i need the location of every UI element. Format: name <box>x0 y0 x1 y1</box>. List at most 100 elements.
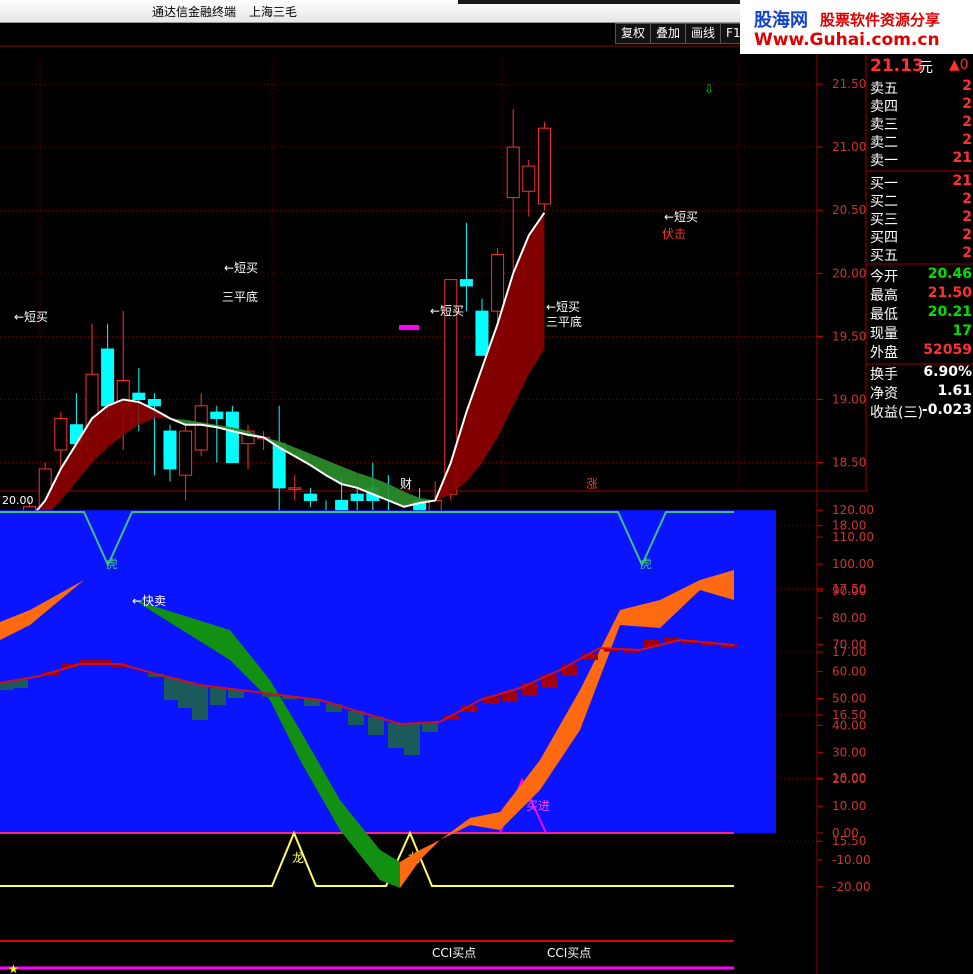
order-book-row: 买三 2 <box>869 209 973 228</box>
order-book-row: 卖五 2 <box>869 78 973 97</box>
short-buy-label: ←短买 <box>14 310 48 324</box>
order-value: 21 <box>952 173 972 189</box>
order-value: 2 <box>962 191 972 207</box>
stat-value: 17 <box>952 323 972 339</box>
order-label: 买二 <box>870 194 898 210</box>
price-axis-label: 20.00 <box>832 266 866 280</box>
candle-body <box>210 411 224 419</box>
stat-value: -0.023 <box>921 402 972 418</box>
draw-line-button[interactable]: 画线 <box>685 23 722 44</box>
stat-label: 换手 <box>870 367 898 383</box>
candle-body <box>522 165 536 192</box>
order-value: 2 <box>962 114 972 130</box>
guhai-logo: 股海网 股票软件资源分享 Www.Guhai.com.cn <box>740 0 973 54</box>
ma-ribbon <box>310 453 326 476</box>
order-book-row: 卖三 2 <box>869 114 973 133</box>
stat-row: 净资 1.61 <box>869 383 973 402</box>
current-price-row: 21.13 元 ▲0 <box>869 56 973 76</box>
histogram-bar <box>210 687 226 705</box>
order-label: 卖二 <box>870 135 898 151</box>
price-axis-label: 19.50 <box>832 329 866 343</box>
order-book-row: 买五 2 <box>869 245 973 264</box>
star-icon: ★ <box>8 962 19 974</box>
histogram-bar <box>368 716 384 735</box>
candle-body <box>163 430 177 470</box>
stat-label: 最低 <box>870 307 898 323</box>
histogram-bar <box>404 723 420 755</box>
histogram-bar <box>178 681 194 708</box>
order-book-row: 卖一 21 <box>869 150 973 169</box>
order-label: 买一 <box>870 176 898 192</box>
triple-bottom-label: 三平底 <box>222 289 258 304</box>
stat-label: 外盘 <box>870 345 898 361</box>
down-arrow-icon: ⇩ <box>704 82 714 96</box>
price-axis-label: 21.00 <box>832 140 866 154</box>
order-book-row: 买二 2 <box>869 191 973 210</box>
indicator-axis-label: 90.00 <box>832 584 866 598</box>
stat-label: 今开 <box>870 269 898 285</box>
stock-chart[interactable]: 21.5021.0020.5020.0019.5019.0018.5018.00… <box>0 0 973 974</box>
stat-value: 1.61 <box>937 383 972 399</box>
indicator-axis-label: -20.00 <box>832 880 871 894</box>
indicator-axis-label: 80.00 <box>832 611 866 625</box>
short-buy-label: ←短买 <box>546 300 580 314</box>
order-value: 2 <box>962 96 972 112</box>
up-arrow-icon: ▲0 <box>949 57 969 73</box>
stat-value: 21.50 <box>927 285 972 301</box>
ma-ribbon <box>294 447 311 466</box>
candle-body <box>147 399 161 407</box>
candle-body <box>288 487 302 490</box>
price-axis-label: 20.50 <box>832 203 866 217</box>
stat-label: 收益(三) <box>870 405 923 421</box>
candle-body <box>303 493 317 501</box>
stat-row: 最高 21.50 <box>869 285 973 304</box>
indicator-axis-label: 120.00 <box>832 503 874 517</box>
price-unit: 元 <box>919 60 933 76</box>
candle-body <box>225 411 239 464</box>
logo-url: Www.Guhai.com.cn <box>754 30 940 50</box>
current-price: 21.13 <box>870 56 924 76</box>
quick-sell-label: ←快卖 <box>132 594 166 608</box>
order-value: 2 <box>962 132 972 148</box>
stat-label: 最高 <box>870 288 898 304</box>
stat-label: 净资 <box>870 386 898 402</box>
ma-ribbon <box>60 443 77 501</box>
candle-body <box>101 348 115 407</box>
histogram-bar <box>422 722 438 732</box>
indicator-axis-label: 100.00 <box>832 557 874 571</box>
stat-row: 外盘 52059 <box>869 342 973 361</box>
order-value: 2 <box>962 245 972 261</box>
indicator-axis-label: 0.00 <box>832 826 859 840</box>
ambush-label: 伏击 <box>662 227 686 241</box>
logo-tagline: 股票软件资源分享 <box>820 11 941 29</box>
stat-value: 6.90% <box>923 364 972 380</box>
stat-value: 20.46 <box>927 266 972 282</box>
stat-value: 52059 <box>923 342 972 358</box>
order-book-row: 买一 21 <box>869 173 973 192</box>
indicator-axis-label: 110.00 <box>832 530 874 544</box>
indicator-axis-label: -10.00 <box>832 853 871 867</box>
triple-bottom-label: 三平底 <box>546 314 582 329</box>
ma-ribbon <box>123 399 139 435</box>
overlay-button[interactable]: 叠加 <box>650 23 687 44</box>
signal-band <box>380 850 400 888</box>
candle-body <box>475 310 489 356</box>
short-buy-label: ←短买 <box>430 304 464 318</box>
stat-row: 最低 20.21 <box>869 304 973 323</box>
histogram-bar <box>388 722 404 748</box>
magenta-marker <box>399 325 419 330</box>
histogram-bar <box>164 678 180 700</box>
order-label: 卖五 <box>870 81 898 97</box>
ma-ribbon <box>513 235 529 406</box>
candle-body <box>537 127 551 205</box>
ma-ribbon <box>466 367 482 482</box>
indicator-axis-label: 40.00 <box>832 718 866 732</box>
ma-ribbon <box>107 399 124 448</box>
order-value: 21 <box>952 150 972 166</box>
order-book-row: 买四 2 <box>869 227 973 246</box>
indicator-axis-label: 10.00 <box>832 799 866 813</box>
price-axis-label: 19.00 <box>832 393 866 407</box>
cci-buy-label: CCI买点 <box>432 946 476 960</box>
tiger-marker: 虎 <box>106 557 118 571</box>
adjust-rights-button[interactable]: 复权 <box>615 23 652 44</box>
